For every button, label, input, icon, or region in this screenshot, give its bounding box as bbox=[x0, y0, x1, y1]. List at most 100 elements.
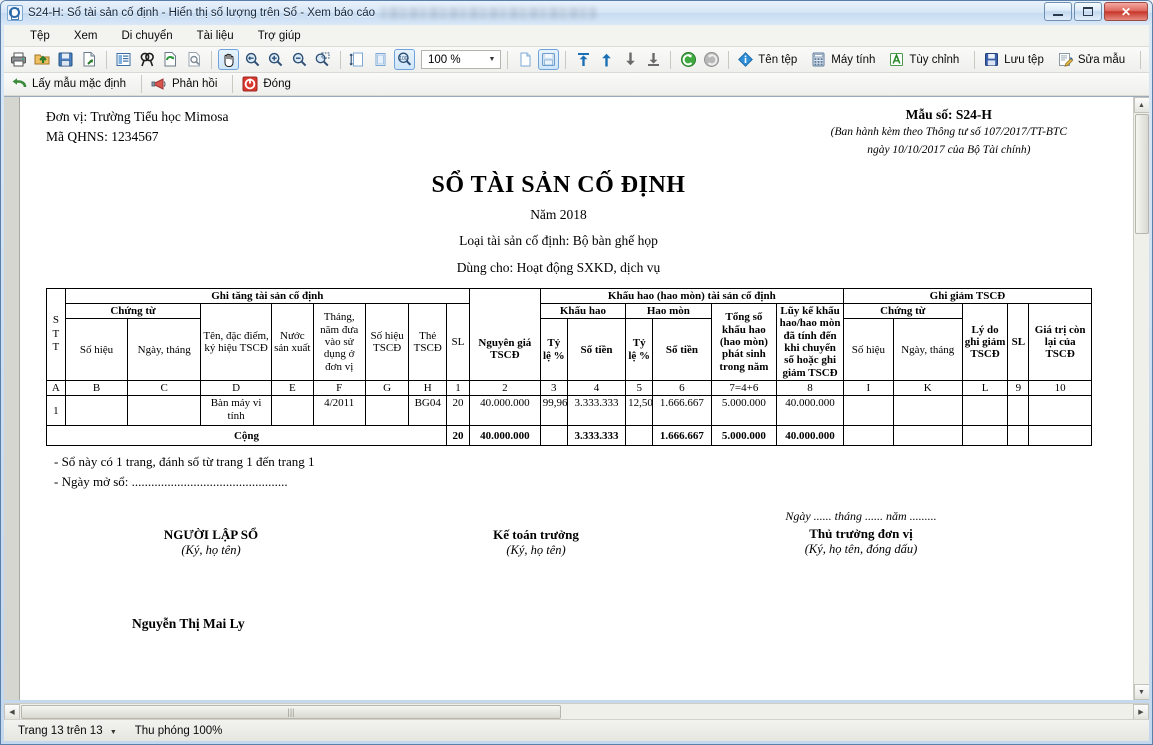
refresh-button[interactable] bbox=[160, 49, 182, 70]
tuy-chinh-button[interactable]: Tùy chỉnh bbox=[886, 51, 968, 68]
code-cell: 9 bbox=[1007, 379, 1030, 397]
close-button[interactable]: ✕ bbox=[1104, 2, 1148, 21]
th-stt-label: STT bbox=[52, 313, 60, 354]
luu-tep-button[interactable]: Lưu tệp bbox=[981, 51, 1053, 68]
toolbar-separator bbox=[339, 50, 341, 69]
toolbar-separator bbox=[232, 75, 234, 93]
head-of-unit-title: Thủ trưởng đơn vị bbox=[809, 525, 913, 541]
th-group-decrease: Ghi giảm TSCĐ bbox=[842, 287, 1093, 305]
ten-tep-button[interactable]: Tên tệp bbox=[735, 51, 806, 68]
export-button[interactable] bbox=[79, 49, 101, 70]
zoom-100-icon: 100 bbox=[397, 52, 411, 66]
vertical-scroll-thumb[interactable] bbox=[1134, 114, 1149, 234]
cell-ten: Bàn máy vi tính bbox=[200, 395, 272, 427]
scroll-down-button[interactable]: ▼ bbox=[1133, 684, 1149, 700]
back-button[interactable] bbox=[677, 49, 699, 70]
dong-button[interactable]: Đóng bbox=[239, 75, 300, 93]
last-page-button[interactable] bbox=[643, 49, 665, 70]
page-indicator[interactable]: Trang 13 trên 13 ▼ bbox=[18, 725, 117, 737]
horizontal-scroll-thumb[interactable]: ||| bbox=[21, 704, 561, 719]
print-button[interactable] bbox=[8, 49, 30, 70]
phan-hoi-button[interactable]: Phản hồi bbox=[148, 75, 226, 93]
report-used-for: Dùng cho: Hoạt động SXKD, dịch vụ bbox=[456, 259, 661, 275]
th-stt: STT bbox=[46, 287, 66, 381]
find-icon bbox=[140, 52, 154, 67]
unit-code: Mã QHNS: 1234567 bbox=[46, 128, 159, 144]
menu-di-chuyen[interactable]: Di chuyển bbox=[109, 27, 184, 45]
save-button[interactable] bbox=[55, 49, 77, 70]
status-bar: Trang 13 trên 13 ▼ Thu phóng 100% bbox=[4, 719, 1149, 741]
cell-the: BG04 bbox=[408, 395, 447, 427]
find-button[interactable] bbox=[137, 49, 159, 70]
hand-pan-button[interactable] bbox=[217, 49, 240, 70]
code-cell: 4 bbox=[566, 379, 627, 397]
forward-button[interactable] bbox=[701, 49, 723, 70]
may-tinh-label: Máy tính bbox=[831, 53, 876, 66]
signature-head-of-unit: Ngày ...... tháng ...... năm ......... T… bbox=[696, 509, 1026, 558]
scroll-left-button[interactable]: ◀ bbox=[4, 703, 20, 720]
open-button[interactable] bbox=[32, 49, 54, 70]
chief-accountant-title: Kế toán trưởng bbox=[493, 526, 579, 542]
cell-sohieu2 bbox=[842, 395, 894, 427]
sua-mau-button[interactable]: Sửa mẫu bbox=[1055, 51, 1134, 68]
horizontal-scrollbar[interactable]: ◀ ||| ▶ bbox=[4, 703, 1149, 720]
minimize-icon bbox=[1053, 13, 1063, 16]
lay-mau-mac-dinh-button[interactable]: Lấy mẫu mặc định bbox=[8, 75, 135, 93]
title-bar: S24-H: Sổ tài sản cố định - Hiển thị số … bbox=[1, 1, 1152, 25]
minimize-button[interactable] bbox=[1044, 2, 1072, 21]
menu-xem[interactable]: Xem bbox=[62, 27, 110, 45]
continuous-page-icon bbox=[542, 53, 556, 66]
zoom-select-button[interactable] bbox=[241, 49, 263, 70]
continuous-page-button[interactable] bbox=[537, 49, 560, 70]
document-viewport: Đơn vị: Trường Tiểu học Mimosa Mã QHNS: … bbox=[4, 96, 1149, 700]
cell-lydo bbox=[961, 395, 1009, 427]
forward-icon bbox=[704, 52, 720, 67]
code-cell: 8 bbox=[776, 379, 844, 397]
prev-page-button[interactable] bbox=[596, 49, 618, 70]
code-cell: 6 bbox=[652, 379, 712, 397]
prev-page-icon bbox=[602, 53, 611, 67]
scroll-right-button[interactable]: ▶ bbox=[1133, 703, 1149, 720]
code-cell: F bbox=[312, 379, 366, 397]
fit-height-button[interactable] bbox=[346, 49, 368, 70]
total-ngaythang2 bbox=[892, 425, 963, 447]
menu-tep[interactable]: Tệp bbox=[18, 27, 62, 45]
zoom-in-icon bbox=[269, 52, 283, 67]
th-lydo: Lý do ghi giảm TSCĐ bbox=[961, 303, 1009, 381]
code-cell: 5 bbox=[625, 379, 654, 397]
menu-tai-lieu[interactable]: Tài liệu bbox=[185, 27, 246, 45]
code-cell: 7=4+6 bbox=[710, 379, 778, 397]
ten-tep-label: Tên tệp bbox=[758, 53, 798, 66]
total-giatri bbox=[1028, 425, 1092, 447]
report-notes: - Sổ này có 1 trang, đánh số từ trang 1 … bbox=[46, 452, 1111, 492]
page-indicator-label: Trang 13 trên 13 bbox=[18, 724, 103, 737]
maximize-button[interactable] bbox=[1074, 2, 1102, 21]
first-page-button[interactable] bbox=[572, 49, 594, 70]
page-setup-button[interactable] bbox=[184, 49, 206, 70]
total-label: Cộng bbox=[46, 425, 447, 447]
next-page-button[interactable] bbox=[619, 49, 641, 70]
form-issue-line2: ngày 10/10/2017 của Bộ Tài chính) bbox=[867, 143, 1031, 156]
total-sotien1: 3.333.333 bbox=[566, 425, 627, 447]
menu-tro-giup[interactable]: Trợ giúp bbox=[246, 27, 313, 45]
toolbar-separator bbox=[507, 50, 509, 69]
toc-button[interactable] bbox=[113, 49, 135, 70]
preparer-name: Nguyễn Thị Mai Ly bbox=[132, 615, 245, 631]
zoom-in-button[interactable] bbox=[265, 49, 287, 70]
print-icon bbox=[11, 52, 27, 67]
preparer-sub: (Ký, họ tên) bbox=[181, 542, 241, 557]
may-tinh-button[interactable]: Máy tính bbox=[808, 51, 884, 68]
zoom-100-button[interactable]: 100 bbox=[393, 49, 416, 70]
fit-page-button[interactable] bbox=[370, 49, 392, 70]
th-spacer-nguyengia-top bbox=[468, 287, 541, 319]
zoom-out-button[interactable] bbox=[289, 49, 311, 70]
cell-giatri bbox=[1028, 395, 1092, 427]
zoom-level-combobox[interactable]: 100 % ▼ bbox=[421, 50, 502, 69]
single-page-button[interactable] bbox=[514, 49, 536, 70]
code-cell: H bbox=[408, 379, 447, 397]
scroll-up-button[interactable]: ▲ bbox=[1133, 97, 1149, 113]
zoom-area-button[interactable] bbox=[312, 49, 334, 70]
signature-chief-accountant: Kế toán trưởng (Ký, họ tên) bbox=[376, 527, 696, 558]
vertical-scrollbar[interactable]: ▲ ▼ bbox=[1133, 97, 1149, 700]
chevron-down-icon: ▼ bbox=[109, 728, 117, 736]
